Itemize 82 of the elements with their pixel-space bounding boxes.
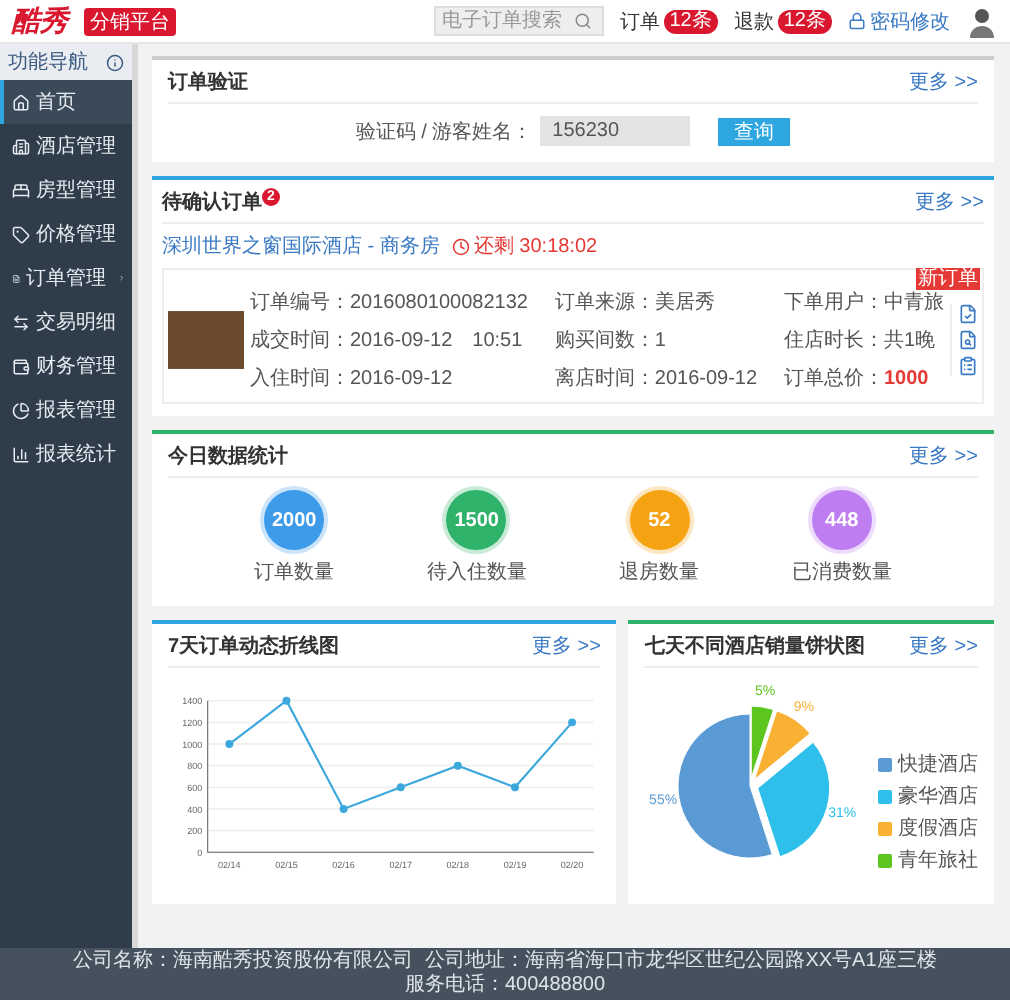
- stat-circle: 2000: [264, 490, 325, 550]
- count-badge: 12条: [777, 9, 832, 33]
- footer-text: 公司地址：海南省海口市龙华区世纪公园路XX号A1座三楼: [425, 950, 937, 973]
- nav-item[interactable]: 财务管理: [0, 344, 132, 388]
- marker: [282, 696, 291, 705]
- panel-title: 今日数据统计: [168, 443, 288, 470]
- countdown: 还剩 30:18:02: [473, 234, 598, 260]
- footer-text: 服务电话：400488800: [404, 974, 606, 998]
- more-link[interactable]: 更多 >>: [915, 188, 984, 216]
- footer-text: 公司名称：海南酷秀投资股份有限公司: [73, 950, 414, 974]
- more-link[interactable]: 更多 >>: [909, 632, 978, 660]
- panel-title: 7天订单动态折线图: [168, 633, 340, 660]
- note-icon[interactable]: [958, 356, 978, 376]
- logo: 酷秀: [12, 3, 68, 39]
- order-field: 订单总价：1000: [783, 364, 944, 392]
- marker: [453, 761, 462, 770]
- search-field[interactable]: 电子订单搜索: [433, 6, 604, 36]
- sidebar-title: 功能导航: [8, 49, 88, 76]
- avatar-icon[interactable]: [966, 5, 998, 37]
- photo-placeholder: [168, 310, 244, 370]
- code-input[interactable]: 156230: [540, 116, 691, 146]
- lock-icon: [848, 12, 866, 30]
- nav-icon: [12, 181, 30, 199]
- nav-item[interactable]: 价格管理: [0, 212, 132, 256]
- order-field: 离店时间：2016-09-12: [554, 364, 758, 392]
- panel-title: 订单验证: [168, 69, 248, 96]
- stat-label: 退房数量: [619, 559, 700, 586]
- stat-label: 待入住数量: [426, 559, 527, 586]
- order-field: 住店时长：共1晚: [783, 326, 944, 354]
- nav-icon: [12, 93, 30, 111]
- clock-icon: [451, 237, 470, 255]
- marker: [568, 718, 577, 727]
- more-link[interactable]: 更多 >>: [909, 442, 978, 470]
- legend-label: 豪华酒店: [898, 783, 978, 810]
- nav-item[interactable]: 交易明细: [0, 300, 132, 344]
- panel-title: 七天不同酒店销量饼状图: [644, 632, 865, 660]
- panel-title: 待确认订单: [162, 189, 262, 216]
- stat-circle: 52: [629, 490, 690, 550]
- nav-item[interactable]: 报表统计: [0, 432, 132, 476]
- nav-item[interactable]: 酒店管理: [0, 124, 132, 168]
- nav-icon: [12, 401, 30, 419]
- stat-circle: 1500: [446, 490, 507, 550]
- new-tag: 新订单: [916, 268, 980, 290]
- marker: [225, 740, 234, 748]
- count-badge: 12条: [663, 9, 718, 33]
- marker: [511, 783, 519, 792]
- order-field: 订单来源：美居秀: [554, 288, 758, 316]
- nav-icon: [12, 357, 30, 375]
- info-icon[interactable]: [106, 53, 124, 71]
- search-icon: [573, 12, 592, 30]
- order-field: 订单编号：2016080100082132: [250, 288, 528, 316]
- nav-icon: [12, 137, 30, 155]
- marker: [339, 805, 348, 813]
- alert-link[interactable]: 退款 12条: [733, 7, 832, 35]
- alert-link[interactable]: 订单 12条: [619, 7, 718, 35]
- stat-circle: 448: [811, 490, 872, 550]
- legend-label: 青年旅社: [898, 847, 978, 874]
- more-link[interactable]: 更多 >>: [909, 68, 978, 96]
- nav-icon: [12, 445, 30, 463]
- hotel-link[interactable]: 深圳世界之窗国际酒店 - 商务房: [162, 232, 440, 260]
- order-field: 入住时间：2016-09-12: [250, 364, 528, 392]
- stat-label: 订单数量: [254, 559, 335, 586]
- nav-item[interactable]: 报表管理: [0, 388, 132, 432]
- marker: [396, 783, 405, 792]
- nav-item[interactable]: 首页: [0, 80, 132, 124]
- order-field: 成交时间：2016-09-12 10:51: [250, 326, 528, 354]
- stat-label: 已消费数量: [791, 559, 892, 586]
- order-field: 购买间数：1: [554, 326, 758, 354]
- legend-label: 快捷酒店: [898, 751, 978, 778]
- order-field: 下单用户：中青旅: [783, 288, 944, 316]
- nav-icon: [12, 269, 21, 287]
- confirm-icon[interactable]: [958, 304, 978, 324]
- legend-label: 度假酒店: [898, 815, 978, 842]
- field-label: 验证码 / 游客姓名：: [355, 119, 533, 145]
- password-link[interactable]: 密码修改: [848, 7, 950, 35]
- logo-tag: 分销平台: [84, 7, 176, 35]
- nav-icon: [12, 313, 30, 331]
- more-link[interactable]: 更多 >>: [532, 632, 601, 660]
- nav-item[interactable]: 房型管理: [0, 168, 132, 212]
- nav-item[interactable]: 订单管理: [0, 256, 132, 300]
- nav-icon: [12, 225, 30, 243]
- search-icon[interactable]: [958, 330, 978, 350]
